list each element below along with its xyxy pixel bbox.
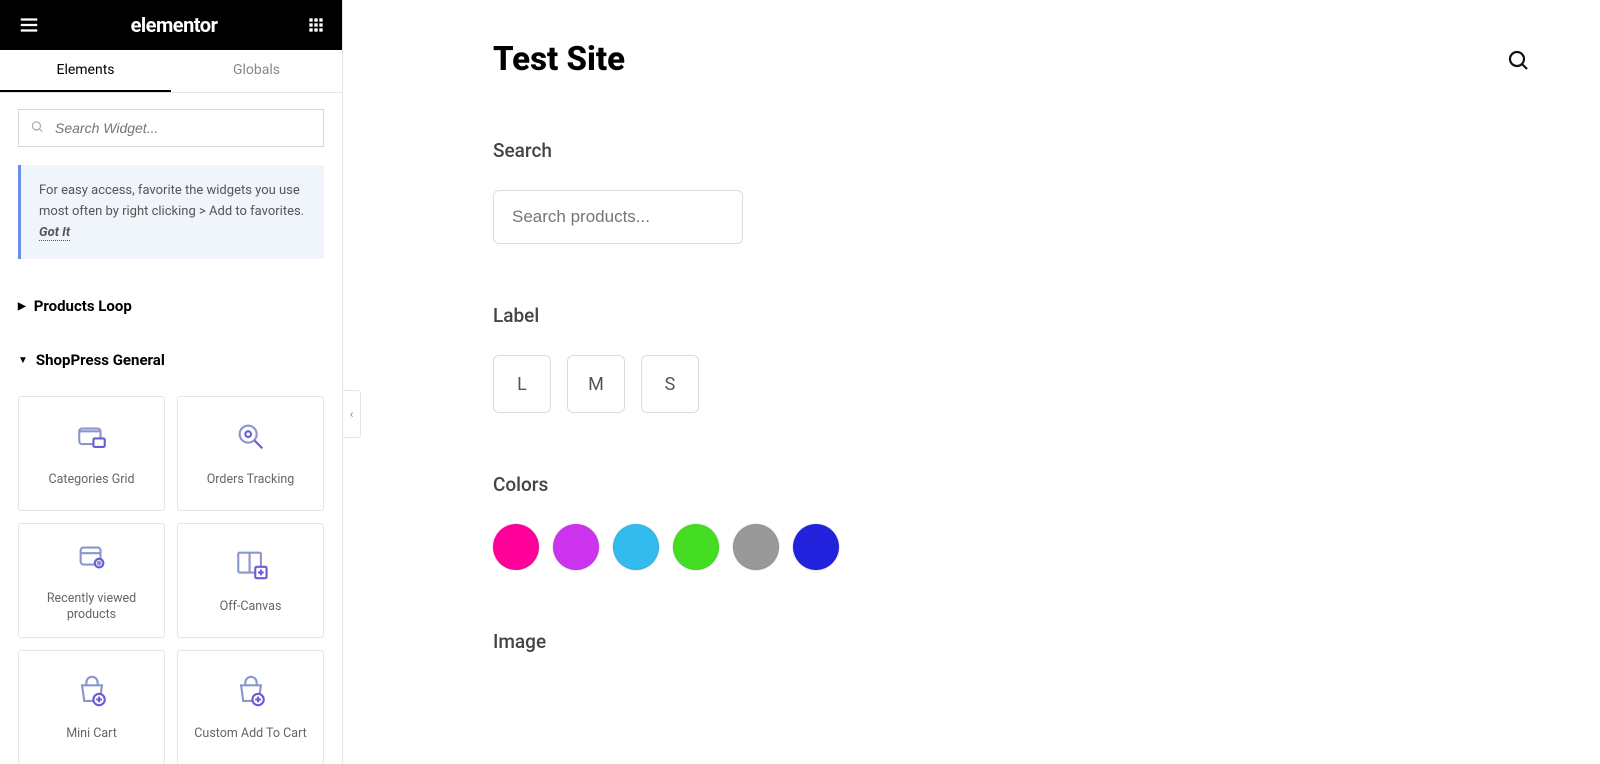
widget-label: Orders Tracking — [207, 472, 295, 488]
widget-label: Recently viewed products — [27, 591, 156, 624]
color-swatch[interactable] — [493, 524, 539, 570]
section-label: Label L M S — [493, 304, 1530, 413]
widget-grid: Categories Grid Orders Tracking Recently… — [18, 396, 324, 764]
widget-label: Off-Canvas — [220, 599, 282, 615]
category-name: ShopPress General — [36, 351, 165, 369]
menu-icon[interactable] — [18, 14, 40, 36]
section-title: Image — [493, 630, 1530, 653]
label-options: L M S — [493, 355, 1530, 413]
search-products-input[interactable] — [493, 190, 743, 244]
apps-grid-icon[interactable] — [308, 17, 324, 33]
sidebar: elementor Elements Globals For easy acce… — [0, 0, 343, 764]
widget-label: Mini Cart — [66, 726, 117, 742]
folder-icon — [75, 420, 109, 458]
section-title: Label — [493, 304, 1530, 327]
label-option-l[interactable]: L — [493, 355, 551, 413]
category-name: Products Loop — [34, 297, 132, 315]
color-swatch[interactable] — [553, 524, 599, 570]
color-swatch[interactable] — [733, 524, 779, 570]
widget-label: Custom Add To Cart — [194, 726, 306, 742]
widget-categories-grid[interactable]: Categories Grid — [18, 396, 165, 511]
chevron-right-icon: ▶ — [18, 301, 26, 312]
search-widget-input[interactable] — [18, 109, 324, 147]
category-header[interactable]: ▼ ShopPress General — [18, 337, 324, 384]
section-title: Search — [493, 139, 1530, 162]
bag-plus-icon — [234, 674, 268, 712]
section-search: Search — [493, 139, 1530, 244]
chevron-down-icon: ▼ — [18, 355, 28, 366]
color-swatch[interactable] — [793, 524, 839, 570]
tip-got-it[interactable]: Got It — [39, 225, 70, 241]
box-eye-icon — [75, 539, 109, 577]
color-swatch[interactable] — [673, 524, 719, 570]
category-products-loop: ▶ Products Loop — [18, 283, 324, 329]
canvas-header: Test Site — [493, 40, 1530, 79]
sidebar-tabs: Elements Globals — [0, 50, 342, 93]
widget-recently-viewed[interactable]: Recently viewed products — [18, 523, 165, 638]
label-option-s[interactable]: S — [641, 355, 699, 413]
panel-plus-icon — [234, 547, 268, 585]
label-option-m[interactable]: M — [567, 355, 625, 413]
site-title: Test Site — [493, 40, 625, 79]
tab-globals[interactable]: Globals — [171, 50, 342, 92]
logo: elementor — [131, 13, 218, 37]
tab-elements[interactable]: Elements — [0, 50, 171, 92]
widget-orders-tracking[interactable]: Orders Tracking — [177, 396, 324, 511]
sidebar-header: elementor — [0, 0, 342, 50]
category-header[interactable]: ▶ Products Loop — [18, 283, 324, 329]
sidebar-body: For easy access, favorite the widgets yo… — [0, 93, 342, 764]
favorites-tip: For easy access, favorite the widgets yo… — [18, 165, 324, 259]
widget-custom-add-to-cart[interactable]: Custom Add To Cart — [177, 650, 324, 764]
color-swatches — [493, 524, 1530, 570]
widget-label: Categories Grid — [48, 472, 134, 488]
section-title: Colors — [493, 473, 1530, 496]
search-icon[interactable] — [1506, 48, 1530, 76]
map-pin-search-icon — [234, 420, 268, 458]
search-widget-wrap — [18, 109, 324, 147]
section-colors: Colors — [493, 473, 1530, 570]
bag-plus-icon — [75, 674, 109, 712]
search-icon — [30, 119, 44, 138]
category-shoppress-general: ▼ ShopPress General Categories Grid — [18, 337, 324, 764]
color-swatch[interactable] — [613, 524, 659, 570]
section-image: Image — [493, 630, 1530, 653]
widget-mini-cart[interactable]: Mini Cart — [18, 650, 165, 764]
tip-text: For easy access, favorite the widgets yo… — [39, 183, 304, 219]
canvas: Test Site Search Label L M S Colors — [343, 0, 1600, 764]
widget-off-canvas[interactable]: Off-Canvas — [177, 523, 324, 638]
